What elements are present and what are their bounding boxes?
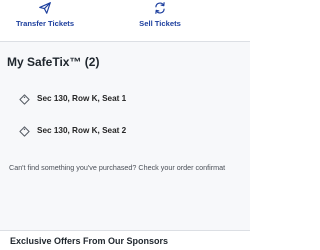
- sell-tickets-button[interactable]: Sell Tickets: [132, 1, 188, 28]
- ticket-tag-icon: [19, 94, 30, 105]
- ticket-label: Sec 130, Row K, Seat 1: [37, 94, 127, 103]
- section-title: My SafeTix™ (2): [7, 55, 100, 69]
- ticket-actions-bar: Transfer Tickets Sell Tickets: [0, 0, 250, 40]
- order-help-text: Can't find something you've purchased? C…: [9, 163, 226, 172]
- ticket-tag-icon: [19, 126, 30, 137]
- ticket-label: Sec 130, Row K, Seat 2: [37, 126, 127, 135]
- sponsors-heading: Exclusive Offers From Our Sponsors: [10, 236, 169, 246]
- refresh-arrows-icon: [155, 2, 165, 14]
- bottom-divider: [0, 230, 250, 231]
- ticket-item[interactable]: Sec 130, Row K, Seat 1: [0, 90, 250, 110]
- paper-plane-icon: [39, 2, 51, 14]
- transfer-tickets-label: Transfer Tickets: [15, 19, 75, 28]
- ticket-item[interactable]: Sec 130, Row K, Seat 2: [0, 122, 250, 142]
- sell-tickets-label: Sell Tickets: [139, 19, 181, 28]
- transfer-tickets-button[interactable]: Transfer Tickets: [14, 1, 76, 28]
